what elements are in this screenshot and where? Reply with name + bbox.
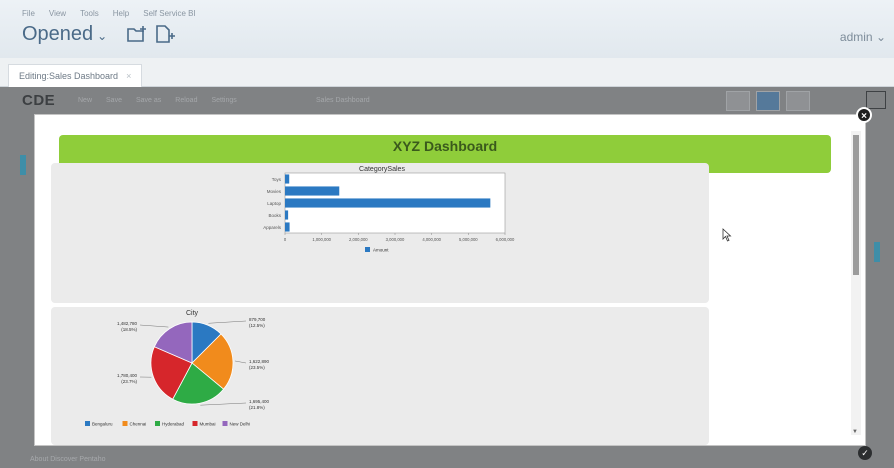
components-mode-button[interactable] (756, 91, 780, 111)
dashboard-title: XYZ Dashboard (392, 138, 498, 154)
pie-leader-line (139, 324, 169, 328)
scroll-down-arrow-icon[interactable]: ▼ (852, 429, 858, 435)
cde-menu: New Save Save as Reload Settings (78, 97, 237, 104)
new-folder-icon[interactable] (126, 25, 148, 43)
tab-editing-sales-dashboard[interactable]: Editing:Sales Dashboard × (8, 64, 143, 87)
bar-x-tick-label: 6,000,000 (496, 237, 515, 242)
pie-leader-line (200, 402, 247, 406)
preview-icon[interactable] (866, 91, 886, 109)
bar-category-label: Apparels (263, 225, 282, 230)
cde-menu-save[interactable]: Save (106, 97, 122, 104)
pie-value-label: 1,482,780 (117, 321, 138, 326)
bar-x-tick-label: 4,000,000 (422, 237, 441, 242)
bar-toys[interactable] (285, 174, 290, 184)
bar-category-label: Movies (267, 189, 282, 194)
bar-x-tick-label: 1,000,000 (312, 237, 331, 242)
pie-legend-label: Hyderabad (162, 422, 185, 427)
new-file-icon[interactable] (154, 25, 176, 43)
modal-scrollbar[interactable]: ▼ (851, 131, 861, 435)
cde-menu-settings[interactable]: Settings (211, 97, 236, 104)
scrollbar-thumb[interactable] (853, 135, 859, 275)
app-header: File View Tools Help Self Service BI Ope… (0, 0, 894, 59)
legend-swatch-amount (365, 247, 370, 252)
bar-x-tick-label: 2,000,000 (349, 237, 368, 242)
pie-legend-label: New Delhi (230, 422, 251, 427)
pie-value-label: 1,695,400 (249, 399, 270, 404)
pie-legend-label: Bengaluru (92, 422, 113, 427)
menu-tools[interactable]: Tools (80, 9, 99, 18)
chevron-down-icon: ⌄ (97, 28, 108, 43)
right-panel-handle[interactable] (874, 242, 880, 262)
cde-toolbar: CDE New Save Save as Reload Settings Sal… (10, 89, 886, 111)
pie-legend-swatch (222, 421, 228, 426)
pie-value-label: 1,622,890 (249, 359, 270, 364)
menu-help[interactable]: Help (113, 9, 129, 18)
datasources-mode-button[interactable] (786, 91, 810, 111)
bar-category-label: Laptop (267, 201, 281, 206)
bar-x-tick-label: 0 (284, 237, 287, 242)
city-pie-chart: City 879,700(12.5%) 1,622,890(23.5%) 1,695,… (85, 310, 270, 427)
menu-view[interactable]: View (49, 9, 66, 18)
cde-footer: About Discover Pentaho (30, 456, 106, 463)
pie-legend-swatch (85, 421, 90, 426)
menu-self-service-bi[interactable]: Self Service BI (143, 9, 195, 18)
check-icon[interactable]: ✓ (858, 446, 872, 460)
bar-x-tick-label: 5,000,000 (459, 237, 478, 242)
pie-legend-swatch (192, 421, 198, 426)
close-icon[interactable]: × (126, 71, 131, 81)
pie-leader-line (208, 320, 247, 324)
pie-percent-label: (12.5%) (249, 323, 265, 328)
pie-percent-label: (18.5%) (121, 327, 137, 332)
tab-label: Editing:Sales Dashboard (19, 71, 119, 81)
bar-chart-title: CategorySales (359, 166, 405, 173)
pie-percent-label: (23.5%) (249, 365, 265, 370)
bar-apparels[interactable] (285, 222, 290, 232)
pie-legend-swatch (122, 421, 128, 426)
cde-menu-save-as[interactable]: Save as (136, 97, 161, 104)
cde-dashboard-title: Sales Dashboard (316, 97, 370, 104)
pie-chart-panel: City 879,700 (12.5%) 1,622,890 (23.5%) 1,695,… (51, 307, 709, 445)
cde-mode-buttons (726, 91, 810, 111)
pie-value-label: 879,700 (249, 317, 266, 322)
bar-category-label: Books (268, 213, 281, 218)
cde-menu-reload[interactable]: Reload (175, 97, 197, 104)
cde-logo: CDE (22, 92, 56, 109)
pie-value-label: 1,780,400 (117, 373, 138, 378)
pie-legend-label: Chennai (130, 422, 147, 427)
mouse-cursor-icon (722, 228, 732, 242)
menu-bar: File View Tools Help Self Service BI (22, 9, 196, 18)
user-name: admin (839, 30, 873, 44)
pie-percent-label: (23.7%) (121, 379, 137, 384)
tab-strip: Editing:Sales Dashboard × (0, 58, 894, 87)
dashboard-preview-modal: XYZ Dashboard CategorySales Toys Movies Lap… (34, 114, 866, 446)
category-sales-chart: CategorySales Toys Movies Laptop Books Appare… (263, 166, 515, 253)
chevron-down-icon: ⌄ (875, 30, 886, 44)
user-menu[interactable]: admin ⌄ (840, 30, 886, 44)
close-modal-button[interactable]: × (856, 107, 872, 123)
bar-books[interactable] (285, 210, 289, 220)
menu-file[interactable]: File (22, 9, 35, 18)
pie-legend-label: Mumbai (200, 422, 216, 427)
opened-label: Opened (22, 23, 94, 45)
pie-leader-line (234, 360, 247, 364)
left-panel-handle[interactable] (20, 155, 26, 175)
bar-x-tick-label: 3,000,000 (386, 237, 405, 242)
pie-percent-label: (21.8%) (249, 405, 265, 410)
opened-dropdown[interactable]: Opened ⌄ (22, 23, 107, 46)
cde-menu-new[interactable]: New (78, 97, 92, 104)
bar-chart-panel: CategorySales Toys Movies Laptop Books Appare… (51, 163, 709, 303)
layout-mode-button[interactable] (726, 91, 750, 111)
legend-label-amount: Amount (373, 248, 389, 253)
bar-category-label: Toys (272, 177, 282, 182)
bar-movies[interactable] (285, 186, 340, 196)
bar-laptop[interactable] (285, 198, 491, 208)
pie-chart-title: City (186, 310, 199, 317)
pie-legend-swatch (155, 421, 160, 426)
